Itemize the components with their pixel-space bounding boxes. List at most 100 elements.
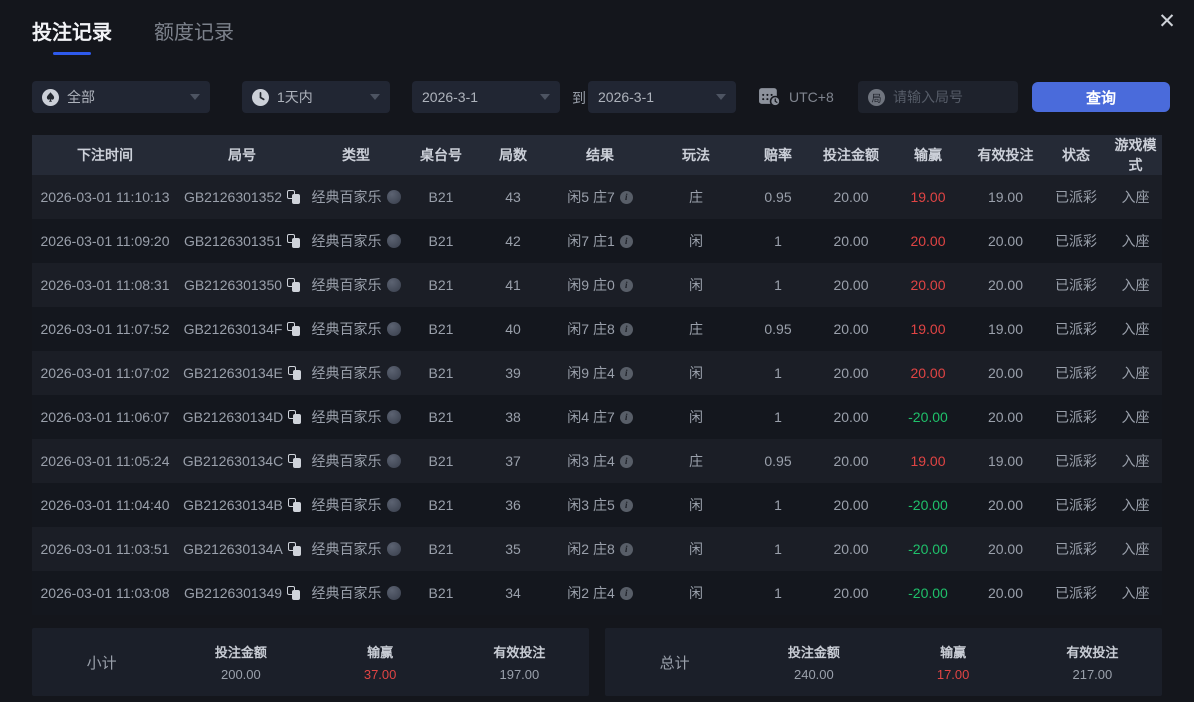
video-icon[interactable]	[386, 586, 401, 600]
cell-round_no: 34	[505, 585, 521, 601]
cell-win_lose: 20.00	[910, 277, 946, 293]
cell-mode: 入座	[1121, 233, 1150, 249]
date-to-dropdown[interactable]: 2026-3-1	[588, 81, 736, 113]
info-icon[interactable]: i	[619, 278, 633, 292]
copy-icon[interactable]	[287, 586, 301, 600]
cell-mode: 入座	[1121, 497, 1150, 513]
copy-icon[interactable]	[287, 542, 301, 556]
video-icon[interactable]	[386, 366, 401, 380]
copy-icon[interactable]	[288, 454, 302, 468]
copy-icon[interactable]	[287, 498, 301, 512]
table-header-row: 下注时间 局号 类型 桌台号 局数 结果 玩法 赔率 投注金额 输赢 有效投注 状态 游戏模式	[32, 135, 1162, 175]
cell-odds: 0.95	[764, 453, 792, 469]
cell-round_id: GB2126301349	[178, 585, 306, 601]
cell-mode: 入座	[1121, 409, 1150, 425]
cell-round_no: 38	[505, 409, 521, 425]
info-icon[interactable]: i	[619, 498, 633, 512]
cell-time: 2026-03-01 11:06:07	[40, 409, 170, 425]
cell-result: 闲9 庄0 i	[550, 275, 650, 295]
query-button[interactable]: 查询	[1032, 82, 1170, 112]
table-body: 2026-03-01 11:10:13 GB2126301352 经典百家乐 B21 4…	[32, 175, 1162, 615]
copy-icon[interactable]	[287, 278, 301, 292]
cell-time: 2026-03-01 11:05:24	[40, 453, 170, 469]
round-search-field[interactable]: 局	[858, 81, 1018, 113]
column-header-5: 结果	[586, 147, 614, 163]
video-icon[interactable]	[386, 234, 401, 248]
cell-table_no: B21	[428, 321, 454, 337]
table-row: 2026-03-01 11:07:52 GB212630134F 经典百家乐 B21 4…	[32, 307, 1162, 351]
tab-quota-records[interactable]: 额度记录	[154, 16, 234, 55]
video-icon[interactable]	[386, 410, 401, 424]
cell-type: 经典百家乐	[306, 319, 406, 339]
cell-valid_bet: 20.00	[987, 585, 1024, 601]
column-header-7: 赔率	[764, 147, 792, 163]
summary-bar: 小计 投注金额 200.00 输赢 37.00 有效投注 197.00 总计 投…	[32, 628, 1162, 696]
cell-bet: 20.00	[833, 233, 869, 249]
column-header-3: 桌台号	[420, 147, 462, 163]
cell-round_no: 41	[505, 277, 521, 293]
subtotal-box: 小计 投注金额 200.00 输赢 37.00 有效投注 197.00	[32, 628, 589, 696]
cell-odds: 1	[774, 409, 782, 425]
cell-status: 已派彩	[1055, 409, 1097, 425]
cell-type: 经典百家乐	[306, 275, 406, 295]
copy-icon[interactable]	[287, 190, 301, 204]
cell-mode: 入座	[1121, 453, 1150, 469]
info-icon[interactable]: i	[619, 190, 633, 204]
cell-valid_bet: 19.00	[987, 321, 1024, 337]
video-icon[interactable]	[386, 190, 401, 204]
clock-icon	[252, 88, 269, 106]
cell-odds: 1	[774, 585, 782, 601]
info-icon[interactable]: i	[619, 454, 633, 468]
column-header-0: 下注时间	[77, 147, 133, 163]
copy-icon[interactable]	[287, 366, 301, 380]
cell-bet: 20.00	[833, 189, 869, 205]
video-icon[interactable]	[386, 278, 401, 292]
cell-type: 经典百家乐	[306, 583, 406, 603]
video-icon[interactable]	[386, 322, 401, 336]
video-icon[interactable]	[386, 454, 401, 468]
cell-result: 闲7 庄1 i	[550, 231, 650, 251]
time-range-dropdown[interactable]: 1天内	[242, 81, 390, 113]
video-icon[interactable]	[386, 498, 401, 512]
subtotal-label: 小计	[86, 654, 117, 672]
cell-valid_bet: 20.00	[987, 277, 1024, 293]
chevron-down-icon	[716, 94, 726, 100]
tab-betting-records[interactable]: 投注记录	[32, 16, 112, 55]
round-search-input[interactable]	[893, 89, 1008, 105]
cell-round_no: 43	[505, 189, 521, 205]
cell-status: 已派彩	[1055, 189, 1097, 205]
cell-win_lose: 19.00	[910, 189, 946, 205]
cell-play: 庄	[689, 321, 703, 337]
info-icon[interactable]: i	[619, 322, 633, 336]
subtotal-winlose: 输赢 37.00	[363, 645, 397, 682]
copy-icon[interactable]	[288, 410, 302, 424]
info-icon[interactable]: i	[619, 410, 633, 424]
info-icon[interactable]: i	[619, 542, 633, 556]
info-icon[interactable]: i	[619, 586, 633, 600]
timezone-indicator: UTC+8	[758, 86, 834, 107]
column-header-8: 投注金额	[823, 147, 879, 163]
cell-win_lose: 19.00	[910, 321, 946, 337]
cell-result: 闲3 庄4 i	[550, 451, 650, 471]
cell-result: 闲7 庄8 i	[550, 319, 650, 339]
cell-play: 庄	[689, 453, 703, 469]
cell-time: 2026-03-01 11:10:13	[40, 189, 170, 205]
copy-icon[interactable]	[287, 322, 301, 336]
cell-bet: 20.00	[833, 409, 869, 425]
cell-status: 已派彩	[1055, 497, 1097, 513]
info-icon[interactable]: i	[619, 366, 633, 380]
copy-icon[interactable]	[287, 234, 301, 248]
cell-bet: 20.00	[833, 277, 869, 293]
date-from-dropdown[interactable]: 2026-3-1	[412, 81, 560, 113]
game-type-dropdown[interactable]: 全部	[32, 81, 210, 113]
subtotal-valid-bet: 有效投注 197.00	[493, 645, 546, 682]
cell-win_lose: -20.00	[908, 541, 948, 557]
cell-valid_bet: 20.00	[987, 541, 1024, 557]
cell-result: 闲3 庄5 i	[550, 495, 650, 515]
cell-type: 经典百家乐	[306, 231, 406, 251]
column-header-1: 局号	[228, 147, 256, 163]
info-icon[interactable]: i	[619, 234, 633, 248]
close-icon[interactable]: ✕	[1152, 6, 1182, 36]
cell-play: 闲	[689, 585, 703, 601]
video-icon[interactable]	[386, 542, 401, 556]
